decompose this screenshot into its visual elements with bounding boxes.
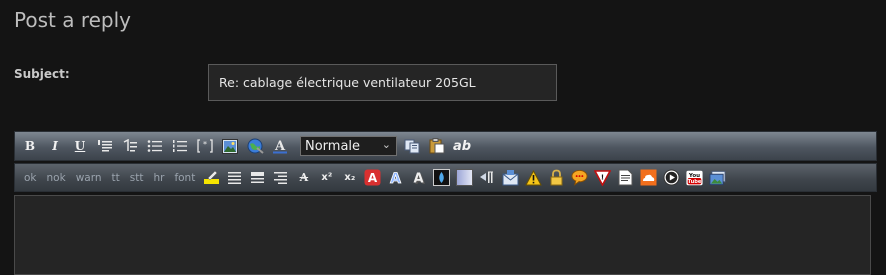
- warning-icon[interactable]: [525, 169, 543, 186]
- play-icon[interactable]: [663, 169, 680, 186]
- speech-bubble-icon[interactable]: [571, 169, 588, 186]
- url-icon[interactable]: [246, 136, 264, 156]
- nok-button[interactable]: nok: [47, 172, 66, 184]
- svg-text:A: A: [390, 171, 401, 186]
- red-text-icon[interactable]: A: [364, 169, 381, 186]
- ok-button[interactable]: ok: [24, 172, 37, 184]
- svg-text:*: *: [203, 140, 207, 149]
- direction-icon[interactable]: [479, 169, 496, 186]
- glow-text-icon[interactable]: A: [387, 169, 404, 186]
- subject-label: Subject:: [14, 67, 70, 81]
- hr-button[interactable]: hr: [153, 172, 164, 184]
- copy-icon[interactable]: [403, 136, 421, 156]
- drop-icon[interactable]: [433, 169, 451, 186]
- image-icon[interactable]: [221, 136, 239, 156]
- superscript-icon[interactable]: x²: [318, 169, 335, 186]
- gallery-icon[interactable]: [709, 169, 726, 186]
- svg-text:Tube: Tube: [688, 179, 702, 185]
- font-size-select[interactable]: Normale ⌄: [300, 136, 397, 156]
- flag-icon[interactable]: !: [594, 169, 612, 186]
- highlight-icon[interactable]: [203, 169, 220, 186]
- message-textarea[interactable]: [14, 195, 871, 275]
- font-button[interactable]: font: [174, 172, 195, 184]
- document-icon[interactable]: [617, 169, 634, 186]
- soundcloud-icon[interactable]: [640, 169, 657, 186]
- shadow-text-icon[interactable]: AA: [410, 169, 427, 187]
- strikethrough-icon[interactable]: A: [295, 169, 312, 186]
- list-item-icon[interactable]: *: [196, 136, 214, 156]
- youtube-icon[interactable]: You Tube: [686, 169, 703, 186]
- extended-toolbar: ok nok warn tt stt hr font A x² x₂ A A A…: [14, 163, 877, 192]
- bold-button[interactable]: B: [21, 136, 39, 156]
- underline-button[interactable]: U: [71, 136, 89, 156]
- svg-text:A: A: [368, 171, 378, 185]
- code-icon[interactable]: [121, 136, 139, 156]
- italic-button[interactable]: I: [46, 136, 64, 156]
- page-title: Post a reply: [14, 8, 131, 32]
- align-left-icon[interactable]: [226, 169, 243, 186]
- stt-button[interactable]: stt: [130, 172, 144, 184]
- spoiler-icon[interactable]: [502, 169, 519, 186]
- paste-icon[interactable]: [428, 136, 446, 156]
- tt-button[interactable]: tt: [112, 172, 120, 184]
- align-right-icon[interactable]: [272, 169, 289, 186]
- gradient-icon[interactable]: [456, 169, 474, 186]
- subscript-icon[interactable]: x₂: [341, 169, 358, 186]
- chevron-down-icon: ⌄: [381, 138, 391, 151]
- font-color-icon[interactable]: A: [271, 136, 289, 156]
- bullet-list-icon[interactable]: [146, 136, 164, 156]
- svg-text:A: A: [414, 172, 424, 187]
- formatting-toolbar: B I U * A Normale ⌄ ab: [14, 131, 877, 161]
- font-size-value: Normale: [305, 138, 361, 154]
- spellcheck-icon[interactable]: ab: [453, 136, 471, 156]
- warn-button[interactable]: warn: [76, 172, 102, 184]
- numbered-list-icon[interactable]: [171, 136, 189, 156]
- svg-text:!: !: [601, 173, 604, 181]
- lock-icon[interactable]: [548, 169, 565, 186]
- quote-icon[interactable]: [96, 136, 114, 156]
- subject-input[interactable]: Re: cablage électrique ventilateur 205GL: [208, 64, 557, 101]
- align-center-icon[interactable]: [249, 169, 266, 186]
